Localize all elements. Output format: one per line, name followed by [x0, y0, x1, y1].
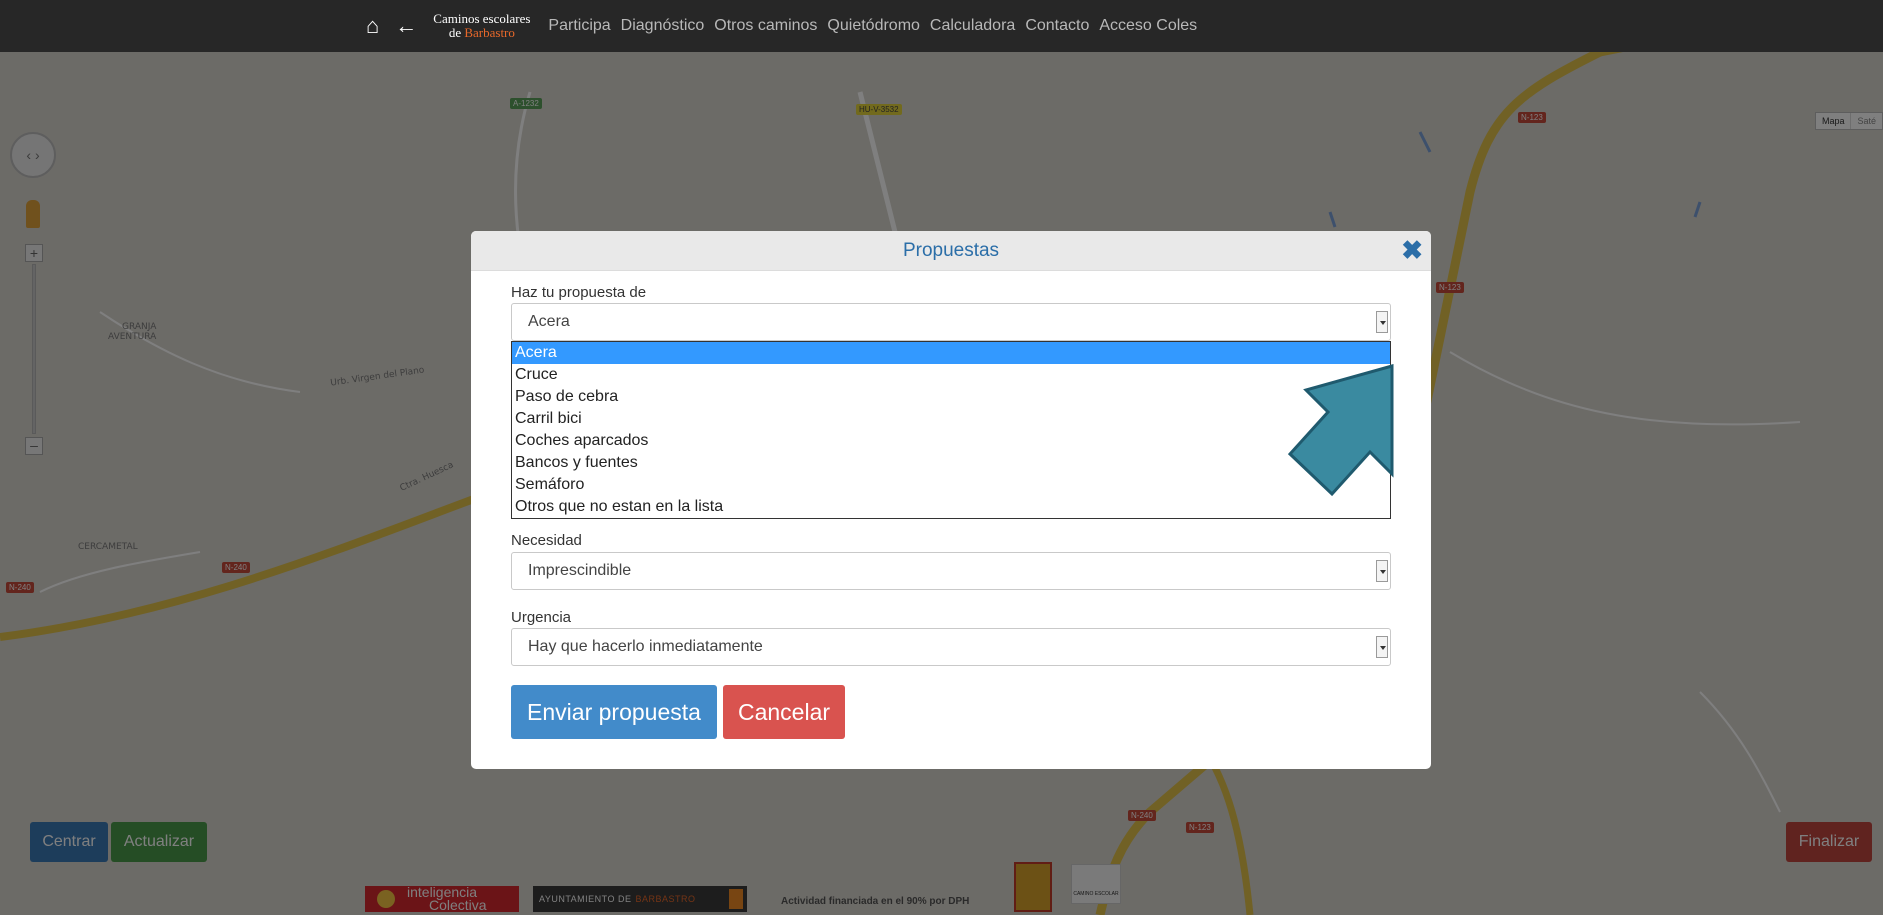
nav-link-contacto[interactable]: Contacto [1025, 17, 1089, 35]
nav-link-acceso-coles[interactable]: Acceso Coles [1099, 17, 1197, 35]
urgencia-select-value: Hay que hacerlo inmediatamente [528, 638, 763, 655]
nav-link-calculadora[interactable]: Calculadora [930, 17, 1015, 35]
chevron-down-icon[interactable] [1376, 560, 1388, 582]
dropdown-option[interactable]: Acera [512, 342, 1390, 364]
enviar-propuesta-button[interactable]: Enviar propuesta [511, 685, 717, 739]
chevron-down-icon[interactable] [1376, 311, 1388, 333]
brand-logo[interactable]: Caminos escolares de Barbastro [433, 12, 530, 39]
nav-link-participa[interactable]: Participa [548, 17, 610, 35]
urgencia-label: Urgencia [511, 609, 572, 626]
close-icon[interactable]: ✖ [1401, 235, 1423, 266]
back-arrow-icon[interactable]: ← [395, 15, 417, 37]
dropdown-option[interactable]: Otros que no estan en la lista [512, 496, 1390, 518]
brand-line1: Caminos escolares [433, 11, 531, 27]
dropdown-option[interactable]: Semáforo [512, 474, 1390, 496]
dropdown-option[interactable]: Paso de cebra [512, 386, 1390, 408]
dropdown-option[interactable]: Bancos y fuentes [512, 452, 1390, 474]
cancelar-button[interactable]: Cancelar [723, 685, 845, 739]
modal-header: Propuestas ✖ [471, 231, 1431, 271]
propuesta-select-value: Acera [528, 313, 570, 330]
propuesta-select[interactable]: Acera [511, 303, 1391, 341]
urgencia-select[interactable]: Hay que hacerlo inmediatamente [511, 628, 1391, 666]
annotation-arrow-icon [1287, 364, 1394, 497]
nav-link-otros-caminos[interactable]: Otros caminos [714, 17, 817, 35]
nav-link-quietodromo[interactable]: Quietódromo [827, 17, 920, 35]
necesidad-select[interactable]: Imprescindible [511, 552, 1391, 590]
navbar-inner: ⌂ ← Caminos escolares de Barbastro Parti… [366, 0, 1207, 52]
dropdown-option[interactable]: Carril bici [512, 408, 1390, 430]
home-icon[interactable]: ⌂ [366, 15, 379, 37]
brand-line2-prefix: de [448, 25, 465, 40]
nav-links: Participa Diagnóstico Otros caminos Quie… [548, 17, 1207, 35]
necesidad-label: Necesidad [511, 532, 582, 549]
modal-title: Propuestas [902, 240, 1000, 261]
dropdown-option[interactable]: Coches aparcados [512, 430, 1390, 452]
propuesta-dropdown-list: Acera Cruce Paso de cebra Carril bici Co… [511, 341, 1391, 519]
brand-line2-highlight: Barbastro [464, 25, 515, 40]
propuesta-label: Haz tu propuesta de [511, 284, 647, 301]
nav-link-diagnostico[interactable]: Diagnóstico [621, 17, 705, 35]
brand-line2: de Barbastro [449, 26, 515, 40]
top-navbar: ⌂ ← Caminos escolares de Barbastro Parti… [0, 0, 1883, 52]
dropdown-option[interactable]: Cruce [512, 364, 1390, 386]
propuestas-modal: Propuestas ✖ Haz tu propuesta de Acera A… [471, 231, 1431, 769]
chevron-down-icon[interactable] [1376, 636, 1388, 658]
necesidad-select-value: Imprescindible [528, 562, 632, 579]
